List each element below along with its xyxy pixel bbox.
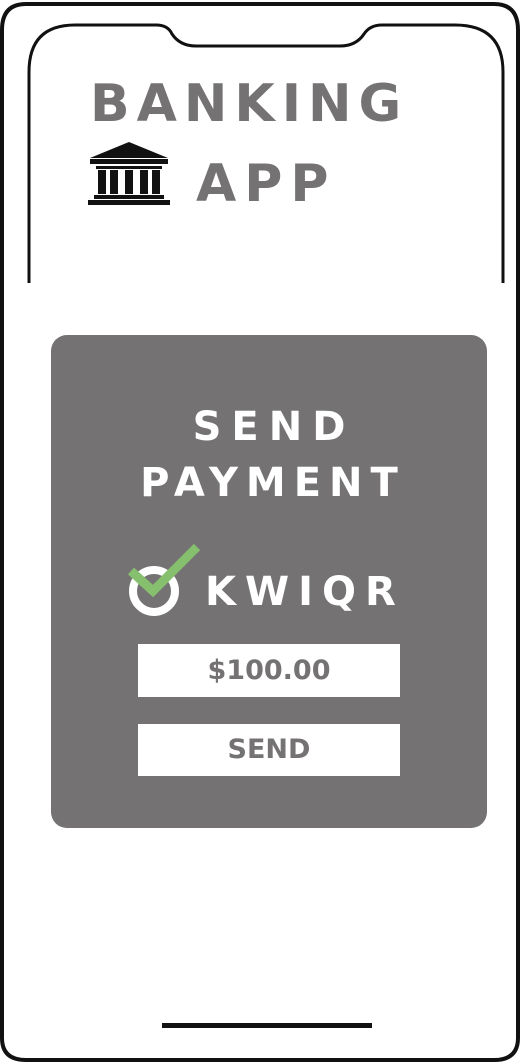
amount-field[interactable]: $100.00 — [138, 644, 400, 697]
checkmark-circle-icon — [127, 543, 201, 616]
send-payment-card: SEND PAYMENT KWIQR $100.00 SEND — [51, 335, 487, 828]
brand-name: KWIQR — [205, 569, 405, 615]
home-indicator-bar[interactable] — [162, 1023, 372, 1028]
brand-logo: KWIQR — [125, 543, 425, 623]
app-title-line-1: BANKING — [90, 74, 409, 134]
card-heading-line-2: PAYMENT — [140, 460, 406, 506]
send-button[interactable]: SEND — [138, 724, 400, 776]
card-heading-line-1: SEND — [192, 404, 356, 450]
bank-building-icon — [88, 142, 170, 205]
app-title-line-2: APP — [196, 154, 337, 214]
app-title: BANKING APP — [88, 70, 470, 220]
